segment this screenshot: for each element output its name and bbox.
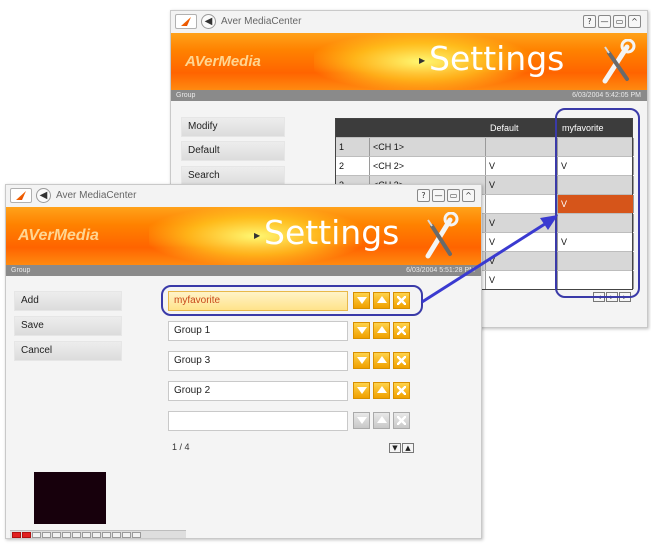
connector-arrow-icon [421, 215, 558, 304]
screenshot-stage: ◀ Aver MediaCenter ? — ▭ ^ AVerMedia ▶ S… [0, 0, 651, 546]
